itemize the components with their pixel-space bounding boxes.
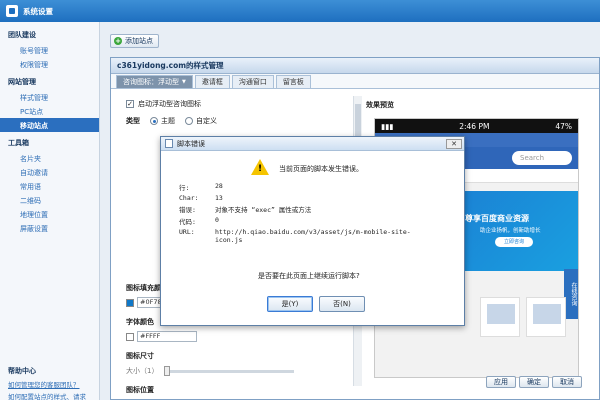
sidebar-item-qrcode[interactable]: 二维码	[0, 193, 99, 207]
continue-question: 是否要在此页面上继续运行脚本?	[258, 272, 360, 280]
add-site-button[interactable]: + 添加站点	[110, 34, 159, 48]
icon-position-label: 图标位置	[126, 386, 154, 394]
chevron-down-icon: ▼	[182, 79, 186, 85]
signal-icon: ▮▮▮	[381, 121, 394, 131]
tab-message-board[interactable]: 留言板	[275, 75, 311, 88]
thumbnail-image	[487, 304, 515, 324]
size-value-label: 大小（1）	[126, 367, 159, 375]
font-color-label: 字体颜色	[126, 318, 154, 326]
help-link-team[interactable]: 如何管理您的客服团队？	[8, 379, 80, 389]
code-key: 代码:	[179, 218, 196, 226]
error-details: 行: 28 Char: 13 错误: 对象不支持 “exec” 属性或方法 代码…	[179, 182, 420, 246]
icon-size-row: 大小（1）	[126, 365, 295, 376]
type-custom-radio[interactable]	[185, 117, 193, 125]
sidebar-group-tools: 工具箱	[8, 139, 29, 147]
error-row-char: Char: 13	[179, 194, 420, 202]
phone-time: 2:46 PM	[459, 121, 490, 131]
plus-icon: +	[114, 37, 122, 45]
window-title: 系统设置	[23, 6, 53, 16]
ok-button[interactable]: 确定	[519, 376, 549, 388]
phone-battery: 47%	[555, 121, 572, 131]
thumbnail-card	[526, 297, 566, 337]
document-icon	[165, 139, 173, 148]
icon-size-label: 图标尺寸	[126, 352, 154, 360]
sidebar-item-mobile-site[interactable]: 移动站点	[0, 118, 99, 132]
sidebar-group-team: 团队建设	[8, 31, 36, 39]
style-dialog-buttons: 应用 确定 取消	[486, 376, 582, 388]
cancel-button[interactable]: 取消	[552, 376, 582, 388]
type-custom-label: 自定义	[196, 117, 217, 125]
help-center-title: 帮助中心	[8, 367, 36, 375]
sidebar-item-auto-invite[interactable]: 自动邀请	[0, 165, 99, 179]
line-value: 28	[215, 182, 223, 190]
banner-title: 尊享百度商业资源	[465, 214, 529, 223]
sidebar: 团队建设 账号管理 权限管理 网站管理 样式管理 PC站点 移动站点 工具箱 名…	[0, 22, 100, 400]
no-button[interactable]: 否(N)	[319, 296, 365, 312]
yes-button[interactable]: 是(Y)	[267, 296, 313, 312]
sidebar-item-cards[interactable]: 名片夹	[0, 151, 99, 165]
banner-button: 立即咨询	[495, 237, 533, 247]
script-error-dialog: 脚本错误 ✕ ! 当前页面的脚本发生错误。 行: 28 Char: 13 错误:…	[160, 136, 465, 326]
phone-search-input: Search	[512, 151, 572, 165]
sidebar-item-accounts[interactable]: 账号管理	[0, 43, 99, 57]
font-color-input[interactable]: #FFFF	[137, 331, 197, 342]
sidebar-item-pc-site[interactable]: PC站点	[0, 104, 99, 118]
close-button[interactable]: ✕	[446, 139, 462, 149]
phone-statusbar: ▮▮▮ 2:46 PM 47%	[375, 119, 578, 133]
style-tabs: 咨询图标：浮动型 ▼ 邀请框 沟通窗口 留言板	[111, 74, 599, 89]
tab-invite[interactable]: 邀请框	[194, 75, 230, 88]
float-consult-icon: 在线咨询	[564, 269, 578, 319]
url-value: http://h.qiao.baidu.com/v3/asset/js/m-mo…	[215, 228, 411, 244]
thumbnail-image	[533, 304, 561, 324]
preview-label: 效果预览	[366, 101, 394, 109]
type-theme-radio[interactable]	[150, 117, 158, 125]
error-row-code: 代码: 0	[179, 216, 420, 226]
error-value: 对象不支持 “exec” 属性或方法	[215, 206, 312, 214]
error-header: 当前页面的脚本发生错误。	[279, 165, 363, 173]
error-dialog-titlebar: 脚本错误 ✕	[161, 137, 464, 151]
line-key: 行:	[179, 184, 190, 192]
url-key: URL:	[179, 228, 195, 236]
apply-button[interactable]: 应用	[486, 376, 516, 388]
icon-fill-swatch[interactable]	[126, 298, 134, 307]
error-row-line: 行: 28	[179, 182, 420, 192]
warning-exclamation: !	[257, 164, 263, 174]
sidebar-item-styles[interactable]: 样式管理	[0, 90, 99, 104]
icon-size-slider[interactable]	[164, 365, 295, 376]
error-row-url: URL: http://h.qiao.baidu.com/v3/asset/js…	[179, 228, 420, 244]
code-value: 0	[215, 216, 219, 224]
sidebar-item-permissions[interactable]: 权限管理	[0, 57, 99, 71]
sidebar-item-block[interactable]: 屏蔽设置	[0, 221, 99, 235]
tab-chat-window[interactable]: 沟通窗口	[231, 75, 274, 88]
sidebar-group-site: 网站管理	[8, 78, 36, 86]
style-dialog-title: c361yidong.com的样式管理	[111, 58, 599, 74]
error-row-error: 错误: 对象不支持 “exec” 属性或方法	[179, 204, 420, 214]
error-dialog-title: 脚本错误	[177, 139, 205, 148]
char-key: Char:	[179, 194, 199, 202]
char-value: 13	[215, 194, 223, 202]
sidebar-item-location[interactable]: 地理位置	[0, 207, 99, 221]
icon-fill-label: 图标填充颜	[126, 284, 161, 292]
enable-float-icon-label: 启动浮动型咨询图标	[138, 100, 201, 108]
enable-float-icon-row[interactable]: ✓ 启动浮动型咨询图标	[126, 99, 201, 109]
type-label: 类型	[126, 117, 140, 125]
tab-float-icon-label: 咨询图标：浮动型	[123, 78, 179, 86]
thumbnail-card	[480, 297, 520, 337]
font-color-swatch[interactable]	[126, 332, 134, 341]
sidebar-item-phrases[interactable]: 常用语	[0, 179, 99, 193]
type-theme-label: 主题	[161, 117, 175, 125]
tab-float-icon[interactable]: 咨询图标：浮动型 ▼	[116, 75, 193, 88]
slider-handle[interactable]	[164, 365, 171, 376]
error-key: 错误:	[179, 206, 196, 214]
add-site-label: 添加站点	[125, 37, 153, 45]
font-color-row: #FFFF	[126, 331, 197, 342]
error-dialog-buttons: 是(Y) 否(N)	[267, 296, 365, 312]
phone-thumbnails	[480, 297, 566, 337]
settings-app-icon	[6, 5, 18, 17]
banner-subtitle: 助企业扬帆，创新助增长	[480, 228, 541, 234]
help-link-style[interactable]: 如何配置站点的样式、请求	[8, 391, 86, 400]
type-row: 类型 主题 自定义	[126, 116, 217, 126]
enable-float-icon-checkbox[interactable]: ✓	[126, 100, 134, 108]
window-titlebar: 系统设置	[0, 0, 600, 22]
